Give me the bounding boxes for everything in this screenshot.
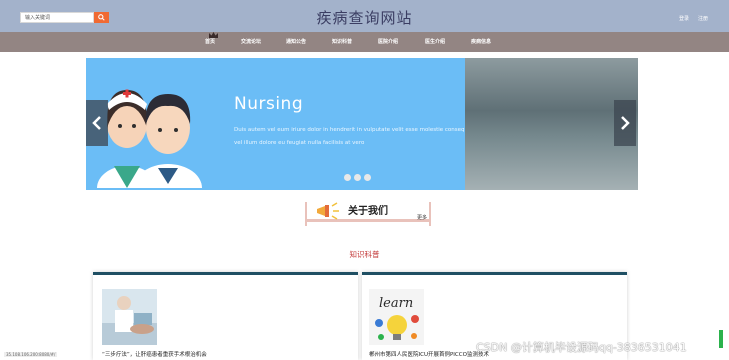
crown-icon xyxy=(209,32,218,38)
megaphone-icon xyxy=(317,202,339,220)
nav-item-diseases[interactable]: 疾病信息 xyxy=(471,38,491,45)
carousel-dot[interactable] xyxy=(344,174,351,181)
register-link[interactable]: 注册 xyxy=(698,15,708,22)
carousel-prev-button[interactable] xyxy=(86,100,108,146)
about-more-link[interactable]: 更多 xyxy=(417,214,427,221)
top-header: 输入关键词 疾病查询网站 登录 注册 xyxy=(0,0,729,32)
banner-carousel[interactable]: Nursing Duis autem vel eum iriure dolor … xyxy=(86,58,638,190)
svg-text:learn: learn xyxy=(379,296,413,311)
site-title: 疾病查询网站 xyxy=(316,9,413,27)
card-caption[interactable]: 郴州市第四人民医院ICU开展首例PICCO监测技术 xyxy=(369,350,489,358)
carousel-dot[interactable] xyxy=(354,174,361,181)
carousel-dot[interactable] xyxy=(364,174,371,181)
carousel-indicators xyxy=(344,174,371,181)
watermark: CSDN @计算机毕设源码qq-3836531041 xyxy=(476,341,687,354)
nav-item-hospital[interactable]: 医院介绍 xyxy=(378,38,398,45)
nav-item-notices[interactable]: 通知公告 xyxy=(286,38,306,45)
divider xyxy=(429,202,431,226)
nav-item-forum[interactable]: 交流论坛 xyxy=(241,38,261,45)
chevron-left-icon xyxy=(92,116,101,130)
side-tab[interactable] xyxy=(719,330,723,348)
banner-title: Nursing xyxy=(234,94,304,114)
nurse-doctor-illustration xyxy=(97,89,202,188)
nav-item-doctors[interactable]: 医生介绍 xyxy=(425,38,445,45)
nav-item-home[interactable]: 首页 xyxy=(205,38,215,45)
card-image-learn: learn xyxy=(369,289,424,345)
about-title: 关于我们 xyxy=(348,206,388,217)
card-image-surgery xyxy=(102,289,157,345)
banner-text: Duis autem vel eum iriure dolor in hendr… xyxy=(234,127,476,146)
main-nav: 首页 交流论坛 通知公告 知识科普 医院介绍 医生介绍 疾病信息 xyxy=(0,32,729,52)
card-caption[interactable]: “三步疗法”，让肝癌患者重获手术根治机会 xyxy=(102,350,207,358)
about-section-header: 关于我们 更多 xyxy=(305,200,431,226)
nav-item-knowledge[interactable]: 知识科普 xyxy=(332,38,352,45)
knowledge-section-title: 知识科普 xyxy=(349,250,380,259)
carousel-next-button[interactable] xyxy=(614,100,636,146)
login-link[interactable]: 登录 xyxy=(679,15,689,22)
status-url: 35.108.106.200:8080/#/ xyxy=(4,352,58,357)
banner-next-slide-preview xyxy=(465,58,638,190)
knowledge-card[interactable]: “三步疗法”，让肝癌患者重获手术根治机会 xyxy=(93,272,358,360)
chevron-right-icon xyxy=(621,116,630,130)
divider xyxy=(305,202,307,226)
